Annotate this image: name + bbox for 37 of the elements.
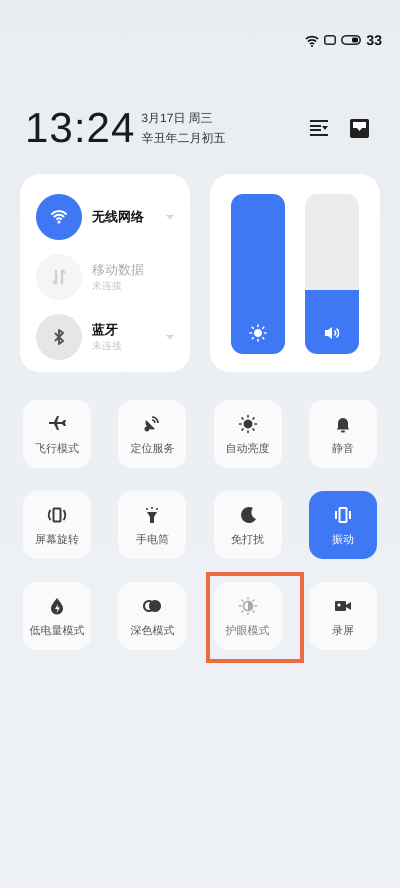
quick-setting-tile[interactable]: 深色模式 xyxy=(118,582,186,650)
quick-setting-tile[interactable]: 飞行模式 xyxy=(23,400,91,468)
connection-title: 无线网络 xyxy=(92,208,145,226)
battery-percentage: 33 xyxy=(366,33,382,47)
brightness-icon xyxy=(249,324,267,342)
list-edit-icon[interactable] xyxy=(309,119,329,137)
quick-setting-tile[interactable]: 自动亮度 xyxy=(214,400,282,468)
quick-setting-tile[interactable]: 低电量模式 xyxy=(23,582,91,650)
volume-slider[interactable] xyxy=(305,194,359,354)
phone-rotate-icon xyxy=(47,504,67,524)
quick-setting-tile[interactable]: 振动 xyxy=(308,491,377,559)
connection-title: 蓝牙 xyxy=(92,320,119,339)
clock-time: 13:24 xyxy=(25,107,136,149)
quick-setting-tile[interactable]: 录屏 xyxy=(308,582,377,650)
connection-title: 移动数据 xyxy=(92,260,145,279)
sim-card-icon xyxy=(324,35,336,45)
brightness-icon xyxy=(238,414,258,434)
quick-setting-tile[interactable]: 定位服务 xyxy=(118,400,186,468)
sun-moon-icon xyxy=(238,596,258,616)
data-arrows-icon xyxy=(50,268,68,286)
quick-setting-tile[interactable]: 手电筒 xyxy=(118,491,186,559)
connection-status: 未连接 xyxy=(92,280,123,294)
date-text: 3月17日 周三 xyxy=(141,110,214,127)
quick-setting-tile[interactable]: 屏幕旋转 xyxy=(23,491,91,559)
wifi-icon xyxy=(305,35,320,47)
wifi-icon xyxy=(50,208,68,226)
connection-status: 未连接 xyxy=(92,340,123,354)
brightness-slider[interactable] xyxy=(231,194,285,354)
lunar-date-text: 辛丑年二月初五 xyxy=(141,130,226,147)
toggle-button[interactable] xyxy=(36,314,82,360)
battery-icon xyxy=(341,35,362,45)
speaker-icon xyxy=(323,324,341,342)
toggle-button[interactable] xyxy=(36,194,82,240)
phone-vibrate-icon xyxy=(332,504,353,524)
quick-setting-tile[interactable]: 静音 xyxy=(308,400,377,468)
quick-setting-tile[interactable]: 免打扰 xyxy=(214,491,282,559)
inbox-icon[interactable] xyxy=(350,118,369,138)
